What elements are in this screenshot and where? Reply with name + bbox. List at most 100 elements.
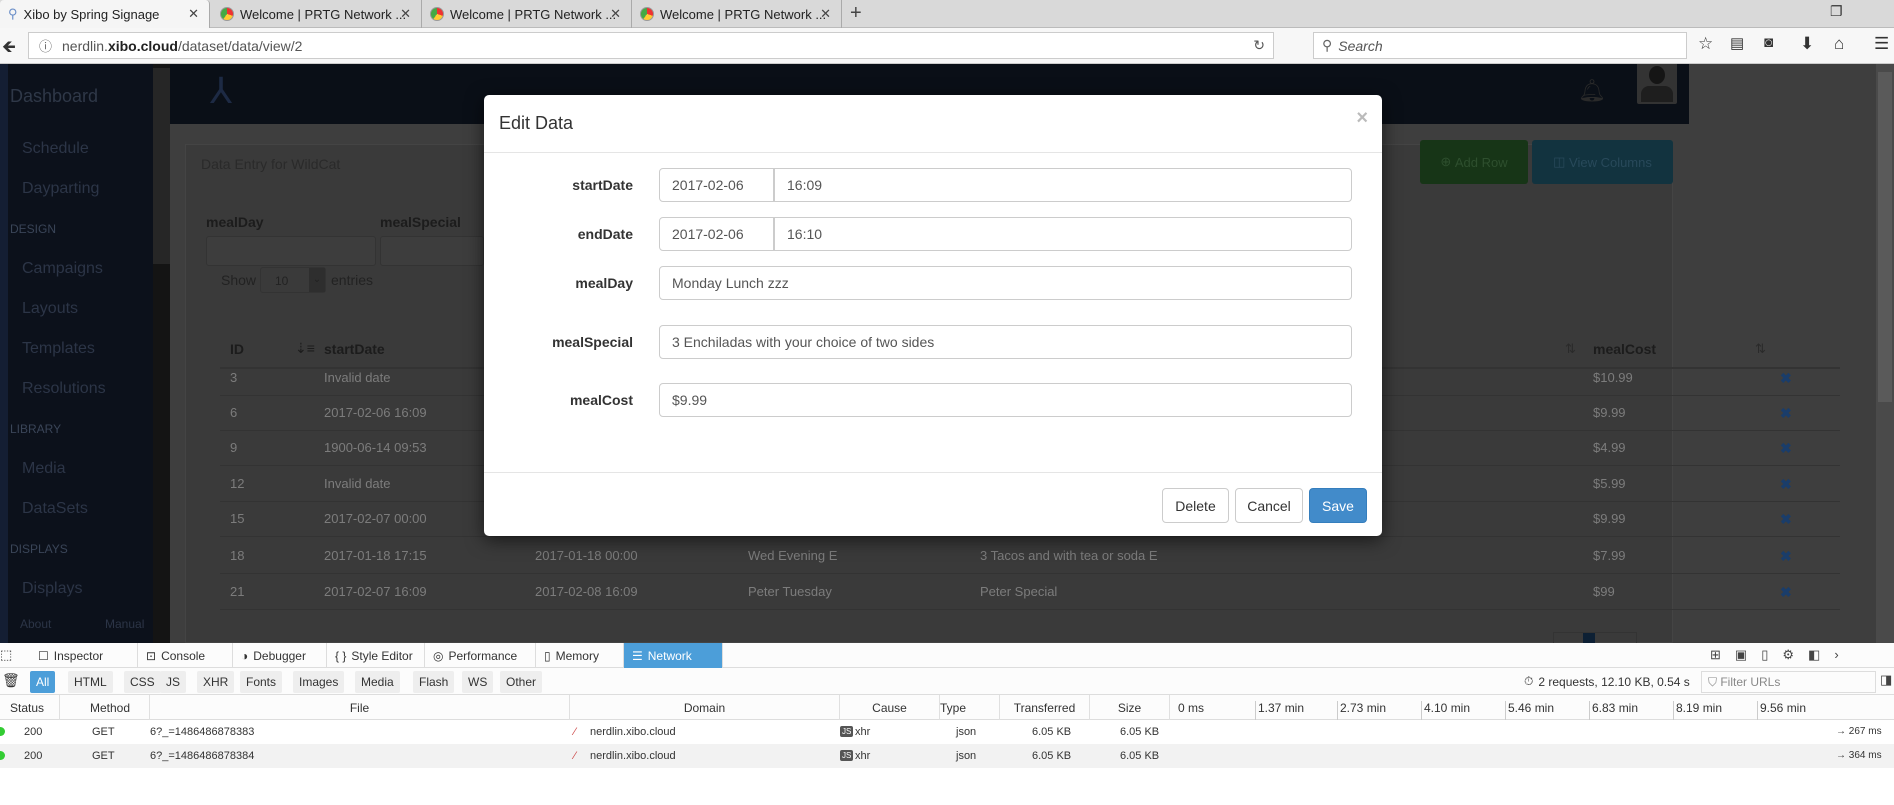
close-tab-icon[interactable]: ✕ xyxy=(820,6,831,22)
devtools-tab-inspector[interactable]: ☐ Inspector xyxy=(30,643,138,668)
bookmark-star-icon[interactable]: ☆ xyxy=(1698,34,1713,54)
filter-other[interactable]: Other xyxy=(500,671,543,693)
sidebar-scrollbar[interactable] xyxy=(153,64,170,643)
sidebar-title[interactable]: Dashboard xyxy=(10,86,98,107)
close-tab-icon[interactable]: ✕ xyxy=(188,6,199,22)
sort-icon[interactable]: ⇅ xyxy=(1565,341,1576,357)
column-header-method[interactable]: Method xyxy=(60,695,150,720)
devtools-tab-style-editor[interactable]: { } Style Editor xyxy=(327,643,425,668)
pocket-icon[interactable]: ◙ xyxy=(1764,34,1773,51)
close-icon[interactable]: × xyxy=(1356,107,1368,130)
filter-fonts[interactable]: Fonts xyxy=(240,671,283,693)
back-arrow-icon[interactable]: 🡸 xyxy=(2,34,16,63)
trash-icon[interactable]: 🗑︎ xyxy=(2,672,20,689)
close-tab-icon[interactable]: ✕ xyxy=(610,6,621,22)
startdate-date-input[interactable]: 2017-02-06 xyxy=(659,168,774,202)
devtools-tab-memory[interactable]: ▯ Memory xyxy=(536,643,624,668)
column-header-type[interactable]: Type xyxy=(940,695,1000,720)
info-icon[interactable]: ⓘ xyxy=(39,36,52,55)
dock-icon[interactable]: ◧ xyxy=(1808,647,1834,662)
add-row-button[interactable]: ⊕ Add Row xyxy=(1420,140,1528,184)
view-columns-button[interactable]: ◫ View Columns xyxy=(1532,140,1673,184)
toggle-sidebar-icon[interactable]: ◨ xyxy=(1880,672,1892,688)
filter-xhr[interactable]: XHR xyxy=(197,671,235,693)
devtools-tab-performance[interactable]: ◎ Performance xyxy=(425,643,536,668)
filter-html[interactable]: HTML xyxy=(68,671,113,693)
column-header-cause[interactable]: Cause xyxy=(840,695,940,720)
request-file[interactable]: 6?_=1486486878383 xyxy=(150,720,254,743)
menu-icon[interactable]: ☰ xyxy=(1874,34,1889,54)
browser-tab[interactable]: ⚲ Xibo by Spring Signage ✕ xyxy=(0,0,210,28)
mealspecial-input[interactable]: 3 Enchiladas with your choice of two sid… xyxy=(659,325,1352,359)
settings-gear-icon[interactable]: ⚙ xyxy=(1782,647,1808,662)
delete-button[interactable]: Delete xyxy=(1162,488,1229,523)
mealday-filter-input[interactable] xyxy=(206,236,376,266)
cancel-button[interactable]: Cancel xyxy=(1235,488,1303,523)
save-button[interactable]: Save xyxy=(1309,488,1367,523)
filter-js[interactable]: JS xyxy=(160,671,187,693)
request-row[interactable] xyxy=(0,720,1894,744)
column-header-mealcost[interactable]: mealCost xyxy=(1593,341,1656,357)
column-header-size[interactable]: Size xyxy=(1090,695,1170,720)
restore-window-button[interactable]: ❐ xyxy=(1830,3,1843,20)
delete-row-icon[interactable]: ✖ xyxy=(1780,405,1792,422)
filter-flash[interactable]: Flash xyxy=(413,671,455,693)
home-icon[interactable]: ⌂ xyxy=(1834,34,1844,54)
sort-icon[interactable]: ⇣≡ xyxy=(295,340,315,357)
layout-icon[interactable]: ⊞ xyxy=(1710,647,1735,662)
sidebar-item-resolutions[interactable]: Resolutions xyxy=(22,380,106,398)
column-header-transferred[interactable]: Transferred xyxy=(1000,695,1090,720)
sidebar-item-templates[interactable]: Templates xyxy=(22,340,95,358)
column-header-id[interactable]: ID xyxy=(230,341,244,357)
reload-icon[interactable]: ↻ xyxy=(1253,37,1265,54)
mealspecial-filter-input[interactable] xyxy=(380,236,484,266)
filter-urls-input[interactable]: ⛉ Filter URLs xyxy=(1701,671,1876,693)
download-icon[interactable]: ⬇ xyxy=(1800,34,1814,54)
sort-icon[interactable]: ⇅ xyxy=(1755,341,1766,357)
sidebar-item-datasets[interactable]: DataSets xyxy=(22,500,88,518)
filter-all[interactable]: All xyxy=(30,671,56,693)
devtools-tab-debugger[interactable]: ◑ Debugger xyxy=(233,643,327,668)
browser-tab[interactable]: Welcome | PRTG Network ... ✕ xyxy=(212,0,422,28)
request-file[interactable]: 6?_=1486486878384 xyxy=(150,744,254,767)
split-console-icon[interactable]: ▣ xyxy=(1735,647,1761,662)
delete-row-icon[interactable]: ✖ xyxy=(1780,370,1792,387)
filter-images[interactable]: Images xyxy=(293,671,345,693)
notification-bell-icon[interactable]: 🔔︎ xyxy=(1578,78,1606,104)
startdate-time-input[interactable]: 16:09 xyxy=(774,168,1352,202)
responsive-icon[interactable]: ▯ xyxy=(1761,647,1782,662)
avatar[interactable] xyxy=(1637,64,1677,104)
about-link[interactable]: About xyxy=(20,617,51,631)
element-picker-icon[interactable]: ⬚ xyxy=(0,647,12,663)
sidebar-item-schedule[interactable]: Schedule xyxy=(22,140,89,158)
mealday-input[interactable]: Monday Lunch zzz xyxy=(659,266,1352,300)
devtools-tab-network[interactable]: ☰ Network xyxy=(624,643,723,668)
close-tab-icon[interactable]: ✕ xyxy=(400,6,411,22)
delete-row-icon[interactable]: ✖ xyxy=(1780,476,1792,493)
delete-row-icon[interactable]: ✖ xyxy=(1780,440,1792,457)
url-input[interactable]: ⓘ nerdlin. xibo.cloud/dataset/data/view/2… xyxy=(28,32,1274,59)
enddate-date-input[interactable]: 2017-02-06 xyxy=(659,217,774,251)
sidebar-item-displays[interactable]: Displays xyxy=(22,580,82,598)
column-header-file[interactable]: File xyxy=(150,695,570,720)
browser-tab[interactable]: Welcome | PRTG Network ... ✕ xyxy=(632,0,842,28)
sidebar-item-dayparting[interactable]: Dayparting xyxy=(22,180,99,198)
filter-css[interactable]: CSS xyxy=(124,671,161,693)
sidebar-item-media[interactable]: Media xyxy=(22,460,66,478)
mealcost-input[interactable]: $9.99 xyxy=(659,383,1352,417)
pagination[interactable] xyxy=(1553,632,1637,643)
delete-row-icon[interactable]: ✖ xyxy=(1780,511,1792,528)
reading-list-icon[interactable]: ▤ xyxy=(1730,34,1744,52)
entries-select[interactable]: 10 ⌄ xyxy=(260,267,326,293)
enddate-time-input[interactable]: 16:10 xyxy=(774,217,1352,251)
browser-tab[interactable]: Welcome | PRTG Network ... ✕ xyxy=(422,0,632,28)
manual-link[interactable]: Manual xyxy=(105,617,144,631)
sidebar-item-campaigns[interactable]: Campaigns xyxy=(22,260,103,278)
close-devtools-icon[interactable]: › xyxy=(1834,647,1852,662)
filter-ws[interactable]: WS xyxy=(462,671,494,693)
sidebar-item-layouts[interactable]: Layouts xyxy=(22,300,78,318)
page-scrollbar[interactable] xyxy=(1876,64,1894,643)
delete-row-icon[interactable]: ✖ xyxy=(1780,548,1792,565)
column-header-startdate[interactable]: startDate xyxy=(324,341,385,357)
column-header-domain[interactable]: Domain xyxy=(570,695,840,720)
